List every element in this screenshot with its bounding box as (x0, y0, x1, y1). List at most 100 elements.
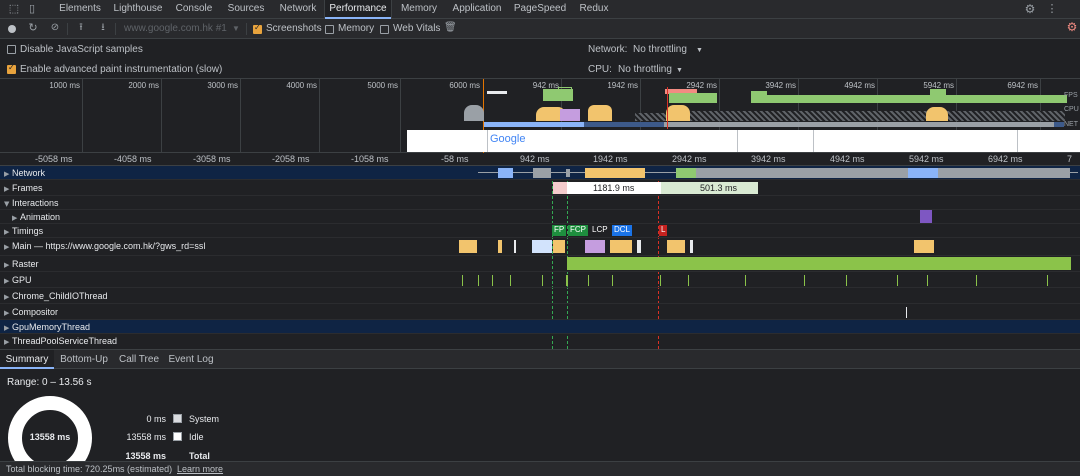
tab-lighthouse[interactable]: Lighthouse (108, 0, 168, 19)
tab-application[interactable]: Application (446, 0, 508, 19)
network-request-bar[interactable] (676, 168, 696, 178)
main-task-block[interactable] (610, 240, 632, 253)
screenshots-checkbox[interactable] (253, 23, 262, 34)
track-interactions[interactable]: ▼ Interactions (0, 196, 1080, 210)
gpu-task[interactable] (462, 275, 463, 286)
tab-redux[interactable]: Redux (572, 0, 616, 19)
frame-block[interactable] (553, 182, 567, 194)
network-request-bar[interactable] (908, 168, 938, 178)
track-animation-label[interactable]: ▶ Animation (12, 210, 60, 225)
timing-marker-fcp[interactable]: FCP (568, 225, 588, 236)
main-task-block[interactable] (498, 240, 502, 253)
screenshots-filmstrip[interactable]: Google (407, 130, 1080, 152)
paint-instrumentation-checkbox[interactable] (7, 63, 16, 74)
cpu-throttle-chevron-icon[interactable]: ▼ (676, 65, 683, 77)
main-task-block[interactable] (553, 240, 565, 253)
gpu-task[interactable] (804, 275, 805, 286)
tab-call-tree[interactable]: Call Tree (114, 350, 164, 369)
overview-window-handle[interactable] (558, 87, 572, 99)
recording-select-chevron-icon[interactable]: ▼ (232, 22, 240, 36)
track-network-label[interactable]: ▶ Network (4, 166, 45, 181)
tab-bottom-up[interactable]: Bottom-Up (54, 350, 114, 369)
track-threadpool[interactable]: ▶ ThreadPoolServiceThread (0, 334, 1080, 349)
network-throttle-select[interactable]: No throttling (633, 44, 687, 56)
cpu-throttle-select[interactable]: No throttling (618, 64, 672, 76)
recording-select[interactable]: www.google.com.hk #1 (124, 22, 227, 36)
learn-more-link[interactable]: Learn more (177, 462, 223, 476)
track-interactions-label[interactable]: ▼ Interactions (4, 196, 59, 211)
tab-event-log[interactable]: Event Log (164, 350, 218, 369)
track-frames[interactable]: ▶ Frames 1181.9 ms 501.3 ms (0, 180, 1080, 196)
upload-profile-icon[interactable]: ⭱ (75, 22, 87, 34)
track-childio-label[interactable]: ▶ Chrome_ChildIOThread (4, 289, 108, 304)
network-throttle-chevron-icon[interactable]: ▼ (696, 45, 703, 57)
track-timings[interactable]: ▶ Timings FP FCP LCP DCL L (0, 224, 1080, 238)
gpu-task[interactable] (927, 275, 928, 286)
animation-block[interactable] (920, 210, 932, 223)
track-raster-label[interactable]: ▶ Raster (4, 257, 39, 272)
network-request-bar[interactable] (566, 169, 570, 177)
memory-checkbox[interactable] (325, 25, 334, 34)
timeline-overview[interactable]: 1000 ms 2000 ms 3000 ms 4000 ms 5000 ms … (0, 79, 1080, 153)
track-main[interactable]: ▶ Main — https://www.google.com.hk/?gws_r… (0, 238, 1080, 256)
flame-chart-tracks[interactable]: ▶ Network ▶ Frames 1181.9 ms 501.3 ms ▼ Int… (0, 166, 1080, 349)
settings-gear-icon[interactable]: ⚙ (1024, 3, 1036, 15)
main-task-block[interactable] (585, 240, 605, 253)
tab-sources[interactable]: Sources (220, 0, 272, 19)
track-raster[interactable]: ▶ Raster (0, 256, 1080, 272)
track-gpumemory[interactable]: ▶ GpuMemoryThread (0, 320, 1080, 334)
timing-marker-fp[interactable]: FP (552, 225, 567, 236)
timing-marker-load[interactable]: L (659, 225, 668, 236)
tab-network[interactable]: Network (272, 0, 324, 19)
main-task-block[interactable] (914, 240, 934, 253)
tab-console[interactable]: Console (168, 0, 220, 19)
network-request-bar[interactable] (696, 168, 1070, 178)
track-timings-label[interactable]: ▶ Timings (4, 224, 43, 239)
web-vitals-checkbox[interactable] (380, 25, 389, 34)
gpu-task[interactable] (1047, 275, 1048, 286)
tab-summary[interactable]: Summary (0, 350, 54, 369)
gpu-task[interactable] (846, 275, 847, 286)
tab-memory[interactable]: Memory (392, 0, 446, 19)
garbage-collect-icon[interactable]: 🗑 (444, 22, 457, 34)
gpu-task[interactable] (688, 275, 689, 286)
network-request-bar[interactable] (498, 168, 513, 178)
compositor-task[interactable] (906, 307, 907, 318)
track-main-label[interactable]: ▶ Main — https://www.google.com.hk/?gws_r… (4, 239, 205, 254)
timing-marker-lcp[interactable]: LCP (590, 225, 610, 236)
main-task-block[interactable] (637, 240, 641, 253)
capture-settings-gear-icon[interactable]: ⚙ (1066, 21, 1078, 33)
main-task-block[interactable] (667, 240, 685, 253)
tab-pagespeed[interactable]: PageSpeed (508, 0, 572, 19)
clear-icon[interactable]: ⊘ (49, 22, 61, 34)
track-animation[interactable]: ▶ Animation (0, 210, 1080, 224)
tab-performance[interactable]: Performance (324, 0, 392, 19)
gpu-task[interactable] (660, 275, 661, 286)
device-toolbar-icon[interactable]: ▯ (26, 3, 38, 15)
network-request-bar[interactable] (585, 168, 645, 178)
main-task-block[interactable] (690, 240, 693, 253)
gpu-task[interactable] (492, 275, 493, 286)
gpu-task[interactable] (478, 275, 479, 286)
main-task-block[interactable] (459, 240, 477, 253)
track-frames-label[interactable]: ▶ Frames (4, 181, 43, 196)
disable-js-samples-checkbox[interactable] (7, 45, 16, 54)
main-task-block[interactable] (532, 240, 552, 253)
tab-elements[interactable]: Elements (52, 0, 108, 19)
gpu-task[interactable] (542, 275, 543, 286)
inspect-element-icon[interactable]: ⬚ (8, 3, 20, 15)
record-icon[interactable] (8, 25, 16, 33)
network-request-bar[interactable] (533, 168, 551, 178)
raster-block[interactable] (567, 257, 1071, 270)
main-task-block[interactable] (514, 240, 516, 253)
gpu-task[interactable] (510, 275, 511, 286)
track-childio[interactable]: ▶ Chrome_ChildIOThread (0, 288, 1080, 304)
gpu-task[interactable] (588, 275, 589, 286)
track-gpu[interactable]: ▶ GPU (0, 272, 1080, 288)
track-compositor[interactable]: ▶ Compositor (0, 304, 1080, 320)
more-options-icon[interactable]: ⋮ (1046, 3, 1058, 15)
track-threadpool-label[interactable]: ▶ ThreadPoolServiceThread (4, 334, 117, 349)
gpu-task[interactable] (612, 275, 613, 286)
track-compositor-label[interactable]: ▶ Compositor (4, 305, 58, 320)
gpu-task[interactable] (566, 275, 568, 286)
